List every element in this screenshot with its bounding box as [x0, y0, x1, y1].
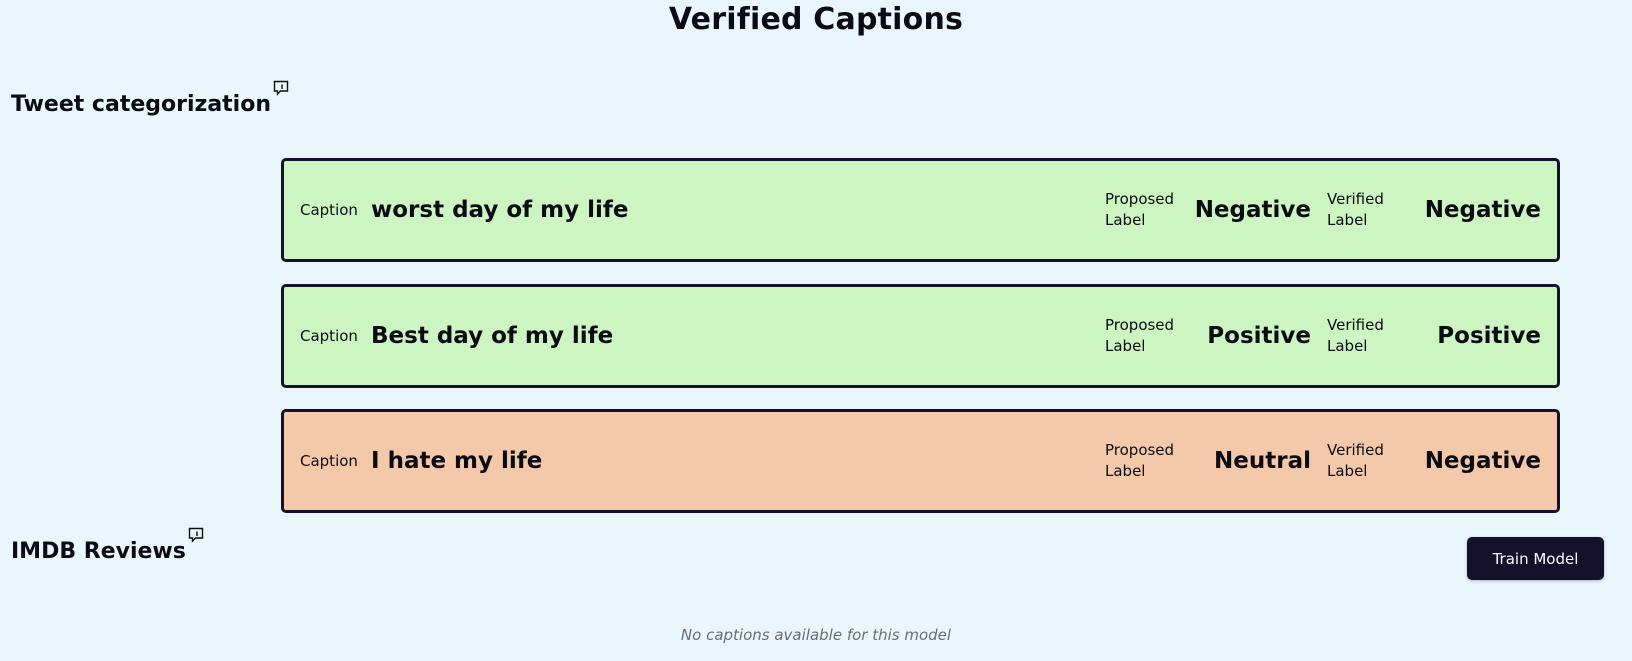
section-heading-label: Tweet categorization [11, 92, 271, 117]
caption-text: Best day of my life [371, 323, 614, 349]
proposed-label-title: Proposed Label [1105, 441, 1175, 480]
caption-card: Caption I hate my life Proposed Label Ne… [281, 409, 1560, 513]
verified-label-value: Positive [1437, 323, 1541, 349]
comment-info-icon[interactable] [188, 527, 204, 543]
empty-state-message: No captions available for this model [680, 626, 952, 644]
caption-label: Caption [300, 451, 358, 470]
section-heading-label: IMDB Reviews [11, 539, 186, 564]
caption-text: I hate my life [371, 448, 543, 474]
section-heading-tweet-categorization: Tweet categorization [11, 80, 289, 117]
proposed-label-title: Proposed Label [1105, 190, 1175, 229]
caption-text: worst day of my life [371, 197, 629, 223]
caption-card: Caption worst day of my life Proposed La… [281, 158, 1560, 262]
proposed-label-value: Neutral [1214, 448, 1311, 474]
verified-label-title: Verified Label [1327, 190, 1384, 229]
train-model-button[interactable]: Train Model [1467, 537, 1604, 580]
caption-card: Caption Best day of my life Proposed Lab… [281, 284, 1560, 388]
page-title: Verified Captions [668, 2, 964, 37]
caption-label: Caption [300, 200, 358, 219]
comment-info-icon[interactable] [273, 80, 289, 96]
verified-label-value: Negative [1424, 448, 1541, 474]
verified-label-title: Verified Label [1327, 441, 1384, 480]
verified-label-value: Negative [1424, 197, 1541, 223]
section-heading-imdb-reviews: IMDB Reviews [11, 527, 204, 564]
proposed-label-value: Positive [1207, 323, 1311, 349]
verified-label-title: Verified Label [1327, 316, 1384, 355]
proposed-label-title: Proposed Label [1105, 316, 1175, 355]
proposed-label-value: Negative [1194, 197, 1311, 223]
caption-label: Caption [300, 326, 358, 345]
